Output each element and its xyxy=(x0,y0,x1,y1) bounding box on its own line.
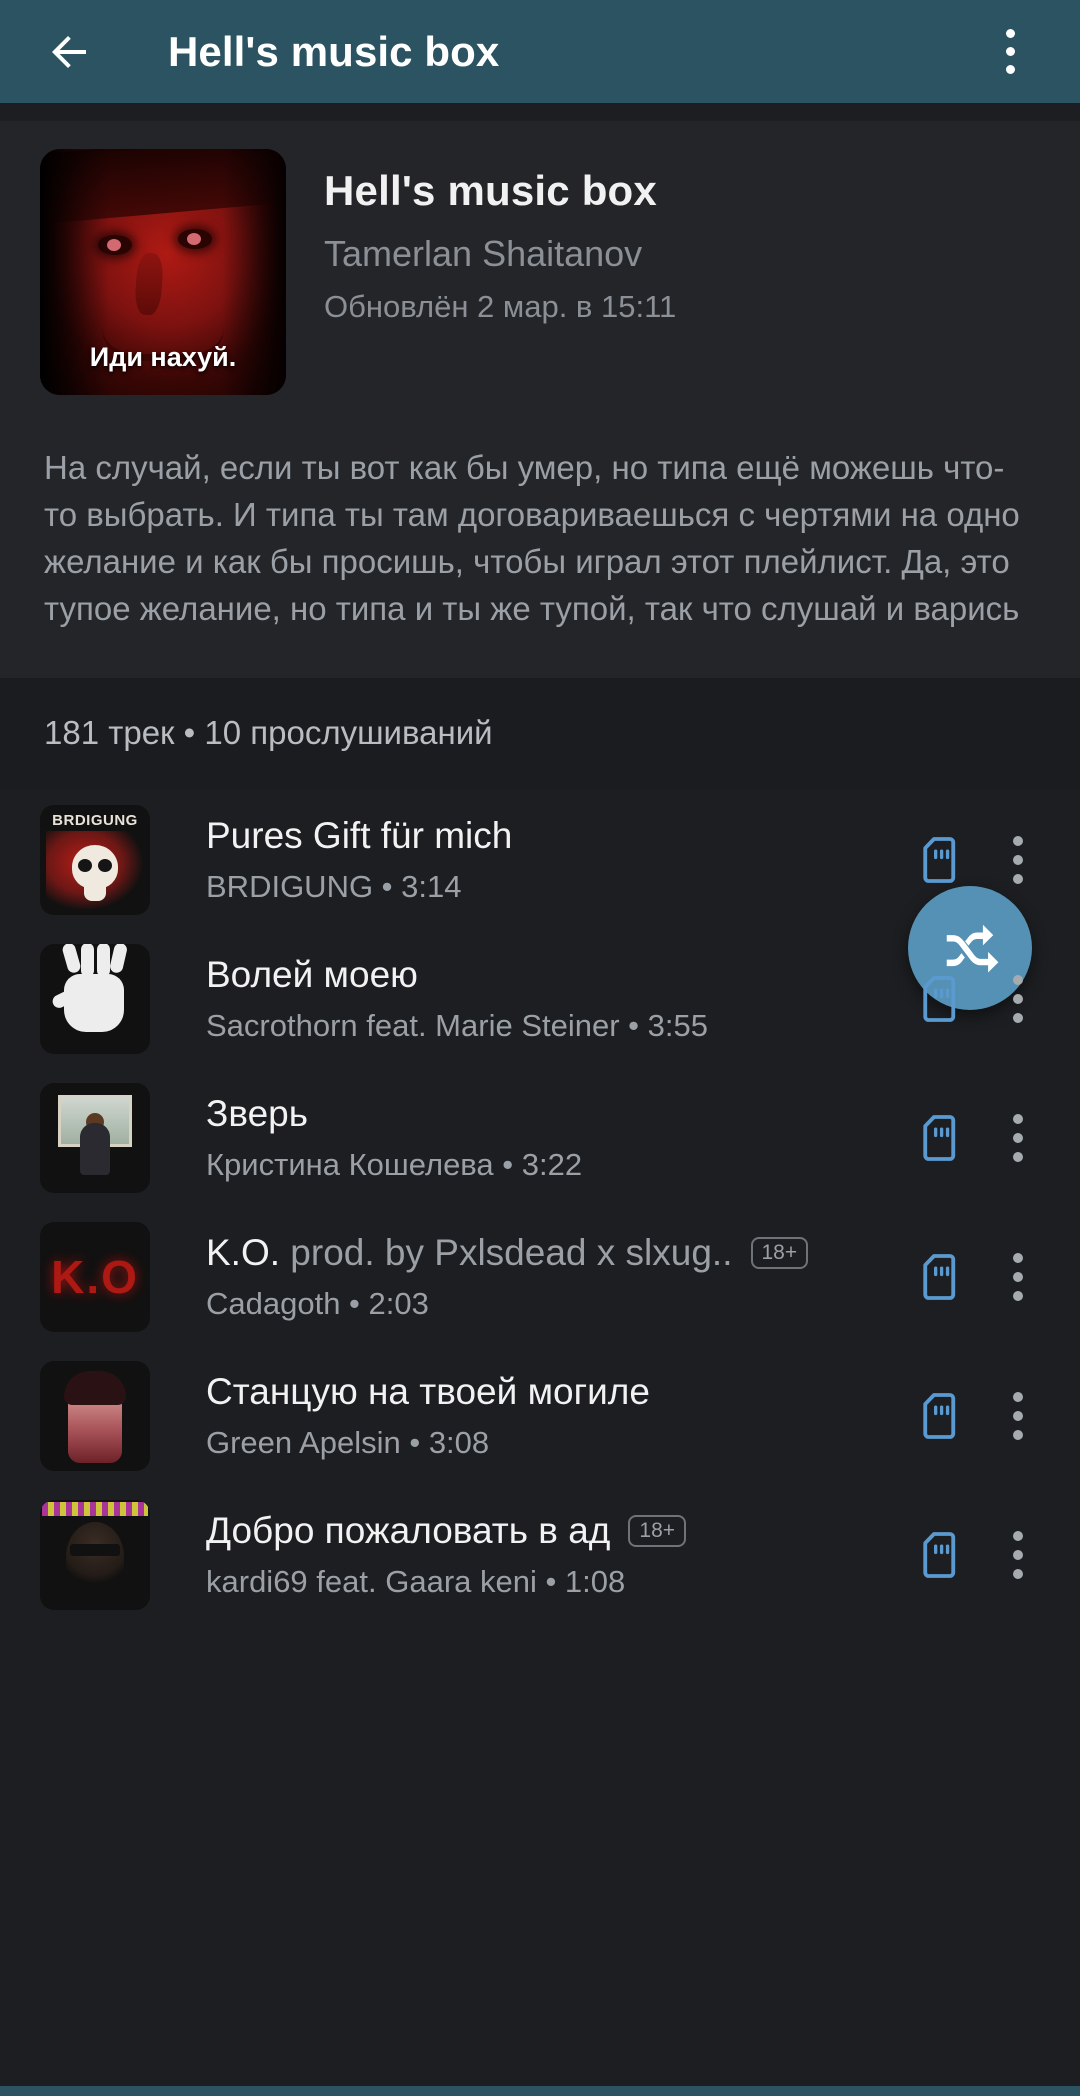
track-row[interactable]: BRDIGUNG Pures Gift für mich BRDIGUNG • … xyxy=(0,790,1080,929)
track-menu-button[interactable] xyxy=(986,1391,1050,1440)
track-row[interactable]: Зверь Кристина Кошелева • 3:22 xyxy=(0,1068,1080,1207)
track-subtitle: Cadagoth • 2:03 xyxy=(206,1285,429,1321)
track-artwork xyxy=(40,1082,150,1193)
sd-card-icon xyxy=(923,1393,956,1439)
explicit-badge: 18+ xyxy=(750,1236,809,1269)
track-offline-status[interactable] xyxy=(910,837,972,883)
track-artwork xyxy=(40,1499,150,1610)
playlist-meta: Hell's music box Tamerlan Shaitanov Обно… xyxy=(286,149,676,395)
kebab-dot xyxy=(1013,1252,1023,1263)
cover-caption-text: Иди нахуй. xyxy=(89,342,237,372)
kebab-dot xyxy=(1013,1132,1023,1143)
app-bar-title: Hell's music box xyxy=(168,27,500,75)
track-offline-status[interactable] xyxy=(910,976,972,1022)
track-text: Станцую на твоей могиле Green Apelsin • … xyxy=(150,1371,910,1461)
sd-card-icon xyxy=(923,1254,956,1300)
track-artwork: K.O xyxy=(40,1221,150,1332)
sd-card-icon xyxy=(923,1115,956,1161)
track-menu-button[interactable] xyxy=(986,835,1050,884)
track-text: Добро пожаловать в ад 18+ kardi69 feat. … xyxy=(150,1510,910,1600)
track-title: Зверь xyxy=(206,1092,309,1134)
kebab-dot xyxy=(1013,1290,1023,1301)
system-navigation-bar xyxy=(0,2086,1080,2096)
track-text: Зверь Кристина Кошелева • 3:22 xyxy=(150,1093,910,1183)
kebab-dot xyxy=(1013,835,1023,846)
kebab-dot xyxy=(1013,1429,1023,1440)
artwork-band-label: BRDIGUNG xyxy=(44,809,146,832)
kebab-dot xyxy=(1013,1113,1023,1124)
track-text: Pures Gift für mich BRDIGUNG • 3:14 xyxy=(150,815,910,905)
kebab-dot xyxy=(1013,873,1023,884)
track-row[interactable]: Волей моею Sacrothorn feat. Marie Steine… xyxy=(0,929,1080,1068)
track-offline-status[interactable] xyxy=(910,1254,972,1300)
track-menu-button[interactable] xyxy=(986,974,1050,1023)
track-row[interactable]: Добро пожаловать в ад 18+ kardi69 feat. … xyxy=(0,1485,1080,1618)
playlist-header: Иди нахуй. Hell's music box Tamerlan Sha… xyxy=(0,103,1080,1010)
track-offline-status[interactable] xyxy=(910,1393,972,1439)
track-subtitle: kardi69 feat. Gaara keni • 1:08 xyxy=(206,1563,626,1599)
playlist-description[interactable]: На случай, если ты вот как бы умер, но т… xyxy=(0,395,1080,632)
track-menu-button[interactable] xyxy=(986,1113,1050,1162)
kebab-dot xyxy=(1013,1151,1023,1162)
kebab-dot xyxy=(1013,1271,1023,1282)
playlist-screen: Hell's music box Иди нахуй. Hell's music… xyxy=(0,0,1080,2096)
playlist-title: Hell's music box xyxy=(324,167,657,214)
track-menu-button[interactable] xyxy=(986,1530,1050,1579)
track-row[interactable]: K.O K.O. prod. by Pxlsdead x slxug.. 18+… xyxy=(0,1207,1080,1346)
track-offline-status[interactable] xyxy=(910,1532,972,1578)
track-artwork xyxy=(40,1360,150,1471)
track-row-partial: Добро пожаловать в ад 18+ kardi69 feat. … xyxy=(0,1485,1080,1618)
playlist-cover-art[interactable]: Иди нахуй. xyxy=(40,149,286,395)
track-title: K.O. prod. by Pxlsdead x slxug.. xyxy=(206,1231,733,1273)
back-button[interactable] xyxy=(34,16,106,88)
app-bar: Hell's music box xyxy=(0,0,1080,103)
track-artwork xyxy=(40,943,150,1054)
track-row[interactable]: Станцую на твоей могиле Green Apelsin • … xyxy=(0,1346,1080,1485)
playlist-info-row: Иди нахуй. Hell's music box Tamerlan Sha… xyxy=(0,121,1080,395)
track-artwork: BRDIGUNG xyxy=(40,804,150,915)
track-subtitle: BRDIGUNG • 3:14 xyxy=(206,868,462,904)
kebab-dot xyxy=(1013,854,1023,865)
kebab-dot xyxy=(1005,29,1015,38)
playlist-author[interactable]: Tamerlan Shaitanov xyxy=(324,233,676,275)
track-menu-button[interactable] xyxy=(986,1252,1050,1301)
arrow-left-icon xyxy=(52,35,86,68)
track-text: K.O. prod. by Pxlsdead x slxug.. 18+ Cad… xyxy=(150,1232,910,1322)
track-title: Pures Gift für mich xyxy=(206,814,513,856)
kebab-dot xyxy=(1013,1549,1023,1560)
track-title: Волей моею xyxy=(206,953,418,995)
artwork-ko-label: K.O xyxy=(51,1250,139,1303)
header-top-strip xyxy=(0,103,1080,121)
track-subtitle: Green Apelsin • 3:08 xyxy=(206,1424,490,1460)
track-title: Добро пожаловать в ад xyxy=(206,1509,611,1551)
track-subtitle: Кристина Кошелева • 3:22 xyxy=(206,1146,583,1182)
kebab-dot xyxy=(1013,974,1023,985)
track-title: Станцую на твоей могиле xyxy=(206,1370,650,1412)
playlist-updated-date: Обновлён 2 мар. в 15:11 xyxy=(324,289,677,324)
explicit-badge: 18+ xyxy=(628,1514,687,1547)
track-offline-status[interactable] xyxy=(910,1115,972,1161)
kebab-dot xyxy=(1013,993,1023,1004)
kebab-dot xyxy=(1013,1410,1023,1421)
sd-card-icon xyxy=(923,837,956,883)
kebab-dot xyxy=(1013,1391,1023,1402)
kebab-dot xyxy=(1005,65,1015,74)
kebab-dot xyxy=(1005,47,1015,56)
track-list: BRDIGUNG Pures Gift für mich BRDIGUNG • … xyxy=(0,790,1080,1619)
track-text: Волей моею Sacrothorn feat. Marie Steine… xyxy=(150,954,910,1044)
kebab-dot xyxy=(1013,1568,1023,1579)
overflow-menu-button[interactable] xyxy=(980,16,1040,88)
playlist-stats-bar: 181 трек • 10 прослушиваний xyxy=(0,678,1080,791)
track-subtitle: Sacrothorn feat. Marie Steiner • 3:55 xyxy=(206,1007,708,1043)
track-title-suffix: prod. by Pxlsdead x slxug.. xyxy=(280,1231,733,1273)
sd-card-icon xyxy=(923,976,956,1022)
kebab-dot xyxy=(1013,1012,1023,1023)
sd-card-icon xyxy=(923,1532,956,1578)
playlist-stats-text: 181 трек • 10 прослушиваний xyxy=(44,714,493,752)
kebab-dot xyxy=(1013,1530,1023,1541)
